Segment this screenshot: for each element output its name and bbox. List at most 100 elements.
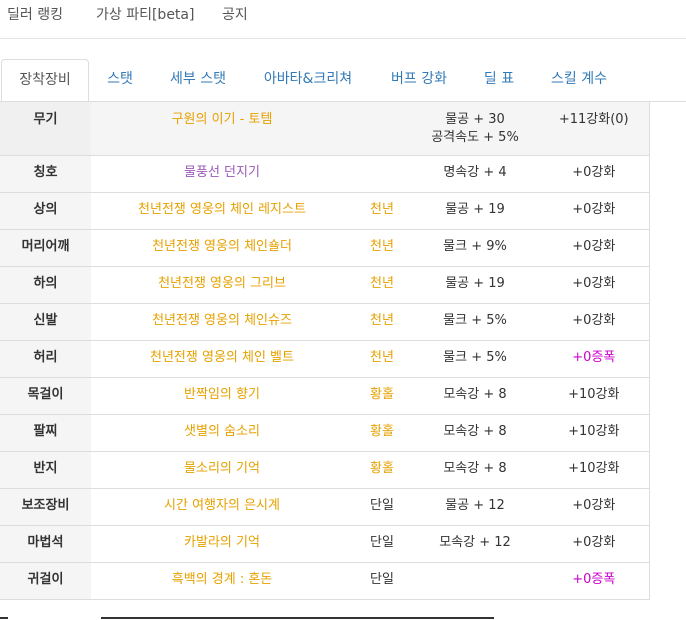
equipment-row: 허리 천년전쟁 영웅의 체인 벨트 천년 물크 + 5% +0증폭 (0, 340, 650, 378)
equipment-row: 상의 천년전쟁 영웅의 체인 레지스트 천년 물공 + 19 +0강화 (0, 192, 650, 230)
item-enhancement-cell: +10강화 (539, 451, 650, 489)
item-enhancement-cell: +0강화 (539, 488, 650, 526)
item-stat-cell: 물공 + 19 (411, 192, 539, 230)
item-name-link[interactable]: 시간 여행자의 은시계 (164, 498, 280, 513)
item-stat: 물크 + 9% (443, 239, 507, 254)
item-name-link[interactable]: 물소리의 기억 (184, 461, 260, 476)
equipment-slot-cell: 신발 (0, 303, 91, 341)
equipment-table: 무기 구원의 이기 - 토템 물공 + 30 공격속도 + 5% +11강화(0) 칭호 물… (0, 101, 650, 600)
item-stat: 모속강 + 8 (443, 387, 507, 402)
item-enhancement-cell: +11강화(0) (539, 101, 650, 156)
item-stat-cell: 모속강 + 8 (411, 377, 539, 415)
item-enhancement: +0강화 (572, 535, 616, 550)
item-name-link[interactable]: 구원의 이기 - 토템 (172, 112, 273, 127)
item-name-link-cell: 천년전쟁 영웅의 체인숄더 (91, 229, 353, 267)
tab-damage-table[interactable]: 딜 표 (474, 59, 524, 100)
item-grade: 천년 (370, 239, 394, 254)
tab-equipment[interactable]: 장착장비 (1, 59, 89, 103)
tab-skill-coefficient[interactable]: 스킬 계수 (540, 59, 618, 100)
item-name-link[interactable]: 반짝임의 향기 (184, 387, 260, 402)
tab-detailed-stats[interactable]: 세부 스탯 (160, 59, 236, 100)
equipment-row: 목걸이 반짝임의 향기 황홀 모속강 + 8 +10강화 (0, 377, 650, 415)
equipment-slot-cell: 하의 (0, 266, 91, 304)
item-name-link-cell: 카발라의 기억 (91, 525, 353, 563)
item-stat-cell: 물공 + 30 공격속도 + 5% (411, 101, 539, 156)
item-name-link-cell: 흑백의 경계 : 혼돈 (91, 562, 353, 600)
item-stat-cell: 모속강 + 12 (411, 525, 539, 563)
equipment-slot-cell: 무기 (0, 101, 91, 156)
tab-stats[interactable]: 스탯 (97, 59, 143, 100)
equipment-slot: 무기 (33, 112, 58, 127)
item-stat: 물공 + 19 (445, 276, 505, 291)
item-stat: 모속강 + 12 (439, 535, 511, 550)
equipment-slot: 목걸이 (27, 387, 64, 402)
item-grade: 천년 (370, 313, 394, 328)
equipment-row: 하의 천년전쟁 영웅의 그리브 천년 물공 + 19 +0강화 (0, 266, 650, 304)
equipment-slot-cell: 반지 (0, 451, 91, 489)
tab-avatar-creature[interactable]: 아바타&크리쳐 (254, 59, 362, 100)
equipment-slot: 상의 (33, 202, 58, 217)
item-enhancement: +0증폭 (572, 572, 616, 587)
item-stat-cell: 모속강 + 8 (411, 451, 539, 489)
item-name-link[interactable]: 흑백의 경계 : 혼돈 (172, 572, 273, 587)
item-grade-cell: 천년 (353, 340, 411, 378)
item-name-link[interactable]: 천년전쟁 영웅의 체인 벨트 (150, 350, 294, 365)
item-stat: 물공 + 30 (445, 112, 505, 127)
item-grade: 단일 (370, 535, 394, 550)
item-name-link[interactable]: 샛별의 숨소리 (184, 424, 260, 439)
item-name-link[interactable]: 물풍선 던지기 (184, 165, 260, 180)
item-name-link[interactable]: 천년전쟁 영웅의 체인슈즈 (152, 313, 292, 328)
item-stat-cell: 물크 + 5% (411, 303, 539, 341)
equipment-slot-cell: 팔찌 (0, 414, 91, 452)
equipment-slot: 칭호 (33, 165, 58, 180)
item-enhancement-cell: +0강화 (539, 266, 650, 304)
item-enhancement-cell: +0증폭 (539, 340, 650, 378)
equipment-slot: 귀걸이 (27, 572, 64, 587)
item-stat: 물크 + 5% (443, 350, 507, 365)
equipment-slot: 하의 (33, 276, 58, 291)
item-enhancement: +0강화 (572, 498, 616, 513)
item-enhancement-cell: +10강화 (539, 377, 650, 415)
divider-line (101, 617, 494, 619)
item-stat-cell (411, 562, 539, 600)
nav-virtual-party[interactable]: 가상 파티[beta] (96, 4, 194, 24)
item-name-link-cell: 반짝임의 향기 (91, 377, 353, 415)
item-grade: 단일 (370, 572, 394, 587)
item-enhancement: +11강화(0) (558, 112, 629, 127)
equipment-row: 마법석 카발라의 기억 단일 모속강 + 12 +0강화 (0, 525, 650, 563)
top-navigation: 딜러 랭킹 가상 파티[beta] 공지 (0, 0, 686, 39)
item-enhancement-cell: +10강화 (539, 414, 650, 452)
item-name-link[interactable]: 카발라의 기억 (184, 535, 260, 550)
item-name-link-cell: 샛별의 숨소리 (91, 414, 353, 452)
item-name-link-cell: 천년전쟁 영웅의 체인 레지스트 (91, 192, 353, 230)
equipment-slot: 보조장비 (21, 498, 70, 513)
item-enhancement-cell: +0강화 (539, 155, 650, 193)
equipment-slot-cell: 보조장비 (0, 488, 91, 526)
item-name-link-cell: 물풍선 던지기 (91, 155, 353, 193)
item-name-link-cell: 천년전쟁 영웅의 체인 벨트 (91, 340, 353, 378)
item-grade-cell (353, 155, 411, 193)
item-name-link[interactable]: 천년전쟁 영웅의 체인숄더 (152, 239, 292, 254)
item-name-link[interactable]: 천년전쟁 영웅의 그리브 (158, 276, 286, 291)
equipment-row: 머리어깨 천년전쟁 영웅의 체인숄더 천년 물크 + 9% +0강화 (0, 229, 650, 267)
item-name-link-cell: 천년전쟁 영웅의 그리브 (91, 266, 353, 304)
equipment-slot: 머리어깨 (21, 239, 70, 254)
item-stat-cell: 물공 + 19 (411, 266, 539, 304)
tab-buff-enhance[interactable]: 버프 강화 (381, 59, 457, 100)
item-enhancement-cell: +0강화 (539, 525, 650, 563)
item-grade-cell: 천년 (353, 229, 411, 267)
nav-dealer-ranking[interactable]: 딜러 랭킹 (7, 4, 63, 24)
item-grade-cell: 단일 (353, 562, 411, 600)
equipment-slot-cell: 상의 (0, 192, 91, 230)
item-stat-cell: 물크 + 9% (411, 229, 539, 267)
equipment-row: 반지 물소리의 기억 황홀 모속강 + 8 +10강화 (0, 451, 650, 489)
nav-notice[interactable]: 공지 (222, 4, 248, 24)
item-name-link[interactable]: 천년전쟁 영웅의 체인 레지스트 (138, 202, 306, 217)
item-stat: 물공 + 12 (445, 498, 505, 513)
item-grade-cell: 천년 (353, 192, 411, 230)
item-enhancement: +0강화 (572, 202, 616, 217)
item-stat-cell: 명속강 + 4 (411, 155, 539, 193)
item-grade-cell: 황홀 (353, 414, 411, 452)
equipment-row: 팔찌 샛별의 숨소리 황홀 모속강 + 8 +10강화 (0, 414, 650, 452)
equipment-slot: 반지 (33, 461, 58, 476)
